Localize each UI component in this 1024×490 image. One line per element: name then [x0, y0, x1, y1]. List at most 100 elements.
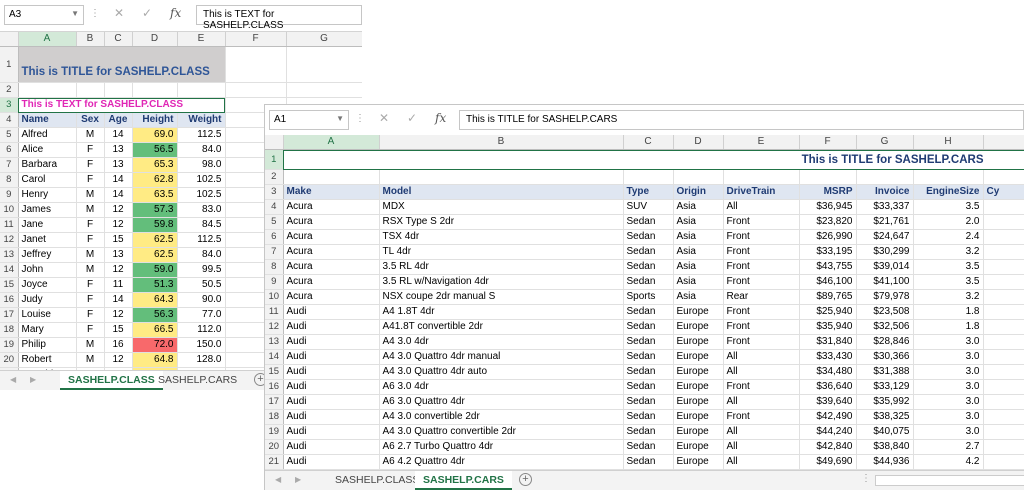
data-cell[interactable]: Sedan [623, 349, 674, 365]
header-cell[interactable]: Model [379, 184, 624, 200]
data-cell[interactable]: 3.0 [913, 394, 984, 410]
data-cell[interactable]: $26,990 [799, 229, 857, 245]
data-cell[interactable]: A4 1.8T 4dr [379, 304, 624, 320]
data-cell[interactable]: $40,075 [856, 424, 914, 440]
data-cell[interactable]: A4 3.0 Quattro 4dr auto [379, 364, 624, 380]
grid-cell[interactable] [983, 304, 1024, 320]
row-header[interactable]: 13 [0, 247, 19, 263]
data-cell[interactable]: Audi [283, 439, 380, 455]
data-cell[interactable]: F [76, 232, 105, 248]
grid-cell[interactable] [379, 169, 624, 185]
data-cell[interactable]: 51.3 [132, 277, 178, 293]
grid-cell[interactable] [286, 82, 362, 98]
data-cell[interactable]: RSX Type S 2dr [379, 214, 624, 230]
data-cell[interactable]: MDX [379, 199, 624, 215]
column-header[interactable]: F [799, 135, 857, 150]
data-cell[interactable]: TL 4dr [379, 244, 624, 260]
data-cell[interactable]: $36,945 [799, 199, 857, 215]
data-cell[interactable]: M [76, 352, 105, 368]
row-header[interactable]: 6 [265, 229, 284, 245]
data-cell[interactable]: Sedan [623, 364, 674, 380]
tab-sashelp-cars[interactable]: SASHELP.CARS [150, 371, 245, 390]
column-header[interactable]: B [379, 135, 624, 150]
data-cell[interactable]: 3.0 [913, 424, 984, 440]
data-cell[interactable]: $32,506 [856, 319, 914, 335]
data-cell[interactable]: 50.5 [177, 277, 226, 293]
data-cell[interactable]: F [76, 157, 105, 173]
data-cell[interactable]: Joyce [18, 277, 77, 293]
header-cell[interactable]: Sex [76, 112, 105, 128]
data-cell[interactable]: $38,325 [856, 409, 914, 425]
row-header[interactable]: 18 [265, 409, 284, 425]
column-header[interactable]: G [856, 135, 914, 150]
data-cell[interactable]: Front [723, 334, 800, 350]
data-cell[interactable]: Sedan [623, 244, 674, 260]
data-cell[interactable]: 102.5 [177, 187, 226, 203]
column-header[interactable]: E [723, 135, 800, 150]
data-cell[interactable]: A6 4.2 Quattro 4dr [379, 454, 624, 470]
data-cell[interactable]: $25,940 [799, 304, 857, 320]
grid-cell[interactable] [225, 46, 287, 83]
row-header[interactable]: 20 [265, 439, 284, 455]
data-cell[interactable]: 69.0 [132, 127, 178, 143]
row-header[interactable]: 2 [0, 82, 19, 98]
data-cell[interactable]: Alfred [18, 127, 77, 143]
data-cell[interactable]: 14 [104, 127, 133, 143]
data-cell[interactable]: 14 [104, 292, 133, 308]
data-cell[interactable]: 15 [104, 322, 133, 338]
data-cell[interactable]: $21,761 [856, 214, 914, 230]
data-cell[interactable]: $39,014 [856, 259, 914, 275]
data-cell[interactable]: $23,820 [799, 214, 857, 230]
data-cell[interactable]: 14 [104, 187, 133, 203]
grid-cell[interactable] [283, 169, 380, 185]
data-cell[interactable]: $46,100 [799, 274, 857, 290]
grid-cell[interactable] [623, 169, 674, 185]
data-cell[interactable]: 3.5 [913, 199, 984, 215]
row-header[interactable]: 1 [265, 149, 284, 170]
data-cell[interactable]: 112.5 [177, 127, 226, 143]
data-cell[interactable]: Audi [283, 454, 380, 470]
data-cell[interactable]: 12 [104, 307, 133, 323]
data-cell[interactable]: Sedan [623, 334, 674, 350]
data-cell[interactable]: Sedan [623, 274, 674, 290]
row-header[interactable]: 13 [265, 334, 284, 350]
data-cell[interactable]: Europe [673, 334, 724, 350]
data-cell[interactable]: 90.0 [177, 292, 226, 308]
grid-cell[interactable] [983, 439, 1024, 455]
row-header[interactable]: 9 [0, 187, 19, 203]
data-cell[interactable]: Sedan [623, 409, 674, 425]
data-cell[interactable]: All [723, 439, 800, 455]
data-cell[interactable]: 83.0 [177, 202, 226, 218]
row-header[interactable]: 17 [265, 394, 284, 410]
chevron-down-icon[interactable]: ▼ [336, 114, 344, 123]
data-cell[interactable]: 3.0 [913, 349, 984, 365]
grid-cell[interactable] [286, 46, 362, 83]
data-cell[interactable]: Asia [673, 259, 724, 275]
data-cell[interactable]: Philip [18, 337, 77, 353]
data-cell[interactable]: A4 3.0 Quattro convertible 2dr [379, 424, 624, 440]
header-cell[interactable]: EngineSize [913, 184, 984, 200]
data-cell[interactable]: Europe [673, 454, 724, 470]
data-cell[interactable]: 3.0 [913, 409, 984, 425]
data-cell[interactable]: Audi [283, 334, 380, 350]
data-cell[interactable]: A6 3.0 Quattro 4dr [379, 394, 624, 410]
data-cell[interactable]: 59.8 [132, 217, 178, 233]
data-cell[interactable]: Louise [18, 307, 77, 323]
grid-cell[interactable] [983, 409, 1024, 425]
column-header[interactable]: D [132, 32, 178, 47]
select-all-corner[interactable] [265, 135, 284, 150]
data-cell[interactable]: Mary [18, 322, 77, 338]
data-cell[interactable]: Europe [673, 364, 724, 380]
row-header[interactable]: 11 [265, 304, 284, 320]
data-cell[interactable]: TSX 4dr [379, 229, 624, 245]
row-header[interactable]: 10 [0, 202, 19, 218]
name-box[interactable]: A3 ▼ [4, 5, 84, 25]
grid-cell[interactable] [983, 169, 1024, 185]
cancel-icon[interactable]: ✕ [379, 111, 389, 125]
data-cell[interactable]: 62.8 [132, 172, 178, 188]
grid-cell[interactable] [225, 82, 287, 98]
data-cell[interactable]: 3.5 [913, 259, 984, 275]
data-cell[interactable]: All [723, 364, 800, 380]
data-cell[interactable]: Audi [283, 379, 380, 395]
title-cell[interactable]: This is TITLE for SASHELP.CLASS [18, 46, 226, 83]
